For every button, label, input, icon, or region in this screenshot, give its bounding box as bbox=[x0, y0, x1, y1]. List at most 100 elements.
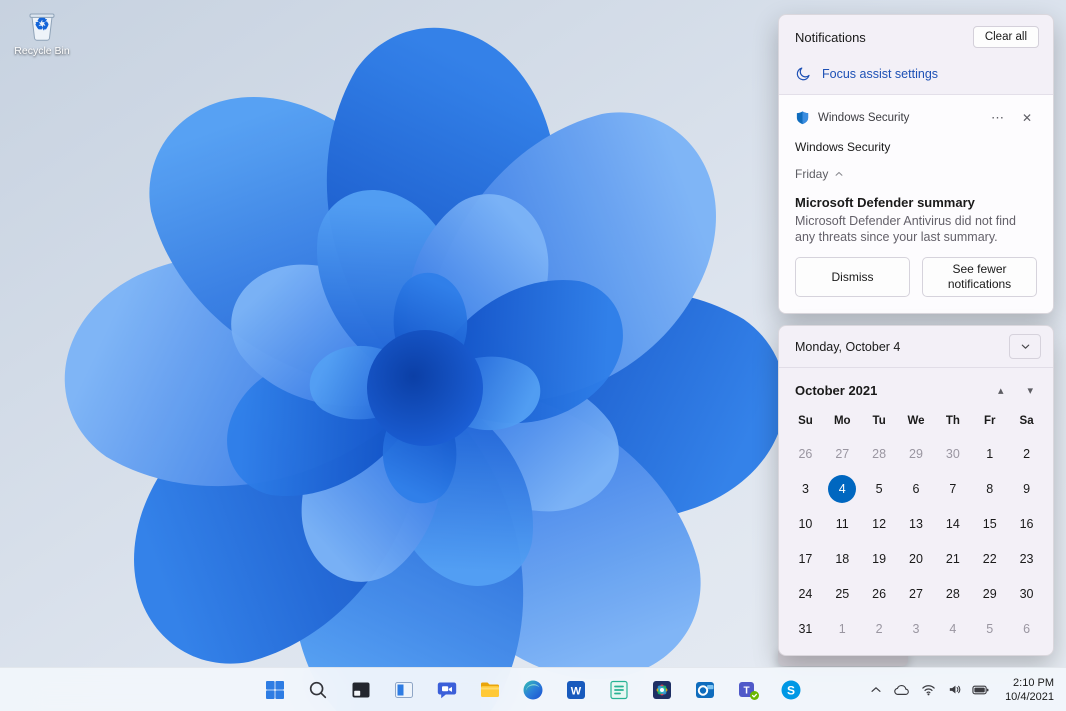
chevron-up-icon[interactable] bbox=[863, 672, 889, 708]
outlook-icon[interactable] bbox=[685, 670, 725, 710]
battery-icon[interactable] bbox=[967, 672, 993, 708]
notes-icon[interactable] bbox=[599, 670, 639, 710]
calendar-day[interactable]: 4 bbox=[934, 611, 971, 646]
notification-title: Microsoft Defender summary bbox=[795, 195, 1037, 210]
word-icon[interactable]: W bbox=[556, 670, 596, 710]
notification-card-header: Windows Security ⋯ ✕ bbox=[795, 105, 1037, 140]
calendar-day[interactable]: 10 bbox=[787, 506, 824, 541]
notifications-title: Notifications bbox=[795, 30, 866, 45]
onedrive-icon[interactable] bbox=[889, 672, 915, 708]
calendar-day[interactable]: 26 bbox=[787, 436, 824, 471]
calendar-day[interactable]: 21 bbox=[934, 541, 971, 576]
calendar-day[interactable]: 3 bbox=[898, 611, 935, 646]
calendar-day[interactable]: 27 bbox=[824, 436, 861, 471]
calendar-day[interactable]: 3 bbox=[787, 471, 824, 506]
calendar-day[interactable]: 17 bbox=[787, 541, 824, 576]
calendar-flyout: Monday, October 4 October 2021 ▴ ▾ SuMoT… bbox=[778, 325, 1054, 656]
close-notification-icon[interactable]: ✕ bbox=[1017, 110, 1037, 126]
calendar-day[interactable]: 1 bbox=[824, 611, 861, 646]
calendar-day[interactable]: 11 bbox=[824, 506, 861, 541]
calendar-day[interactable]: 19 bbox=[861, 541, 898, 576]
calendar-day[interactable]: 22 bbox=[971, 541, 1008, 576]
clock-time: 2:10 PM bbox=[1005, 676, 1054, 690]
calendar-day[interactable]: 25 bbox=[824, 576, 861, 611]
calendar-day[interactable]: 15 bbox=[971, 506, 1008, 541]
calendar-day[interactable]: 30 bbox=[934, 436, 971, 471]
calendar-day[interactable]: 5 bbox=[861, 471, 898, 506]
calendar-prev-month-icon[interactable]: ▴ bbox=[996, 382, 1006, 399]
taskbar-tray: 2:10 PM 10/4/2021 bbox=[863, 668, 1060, 711]
calendar-month-label[interactable]: October 2021 bbox=[795, 383, 877, 398]
windows-security-shield-icon bbox=[795, 110, 810, 125]
calendar-day-selected[interactable]: 4 bbox=[824, 471, 861, 506]
taskbar-clock[interactable]: 2:10 PM 10/4/2021 bbox=[1001, 673, 1060, 707]
notification-group-label: Friday bbox=[795, 167, 828, 181]
notification-group-toggle[interactable]: Friday bbox=[795, 167, 1037, 181]
calendar-day[interactable]: 9 bbox=[1008, 471, 1045, 506]
calendar-day[interactable]: 31 bbox=[787, 611, 824, 646]
wifi-icon[interactable] bbox=[915, 672, 941, 708]
calendar-day[interactable]: 6 bbox=[898, 471, 935, 506]
recycle-bin-icon: ♻ bbox=[25, 8, 59, 42]
calendar-day[interactable]: 23 bbox=[1008, 541, 1045, 576]
recycle-symbol-icon: ♻ bbox=[25, 8, 59, 42]
calendar-day[interactable]: 27 bbox=[898, 576, 935, 611]
calendar-day[interactable]: 12 bbox=[861, 506, 898, 541]
calendar-day[interactable]: 16 bbox=[1008, 506, 1045, 541]
focus-assist-label: Focus assist settings bbox=[822, 67, 938, 81]
calendar-day[interactable]: 28 bbox=[934, 576, 971, 611]
calendar-day[interactable]: 28 bbox=[861, 436, 898, 471]
recycle-bin-label: Recycle Bin bbox=[14, 45, 69, 57]
calendar-next-month-icon[interactable]: ▾ bbox=[1025, 382, 1035, 399]
calendar-grid: 2627282930123456789101112131415161718192… bbox=[787, 436, 1045, 646]
edge-icon[interactable] bbox=[513, 670, 553, 710]
calendar-day[interactable]: 7 bbox=[934, 471, 971, 506]
file-explorer-icon[interactable] bbox=[470, 670, 510, 710]
calendar-day[interactable]: 2 bbox=[1008, 436, 1045, 471]
calendar-day[interactable]: 14 bbox=[934, 506, 971, 541]
photos-icon[interactable] bbox=[642, 670, 682, 710]
search-icon[interactable] bbox=[298, 670, 338, 710]
calendar-day[interactable]: 29 bbox=[971, 576, 1008, 611]
see-fewer-notifications-button[interactable]: See fewer notifications bbox=[922, 257, 1037, 297]
calendar-day-header: Mo bbox=[824, 405, 861, 436]
calendar-day-header: Fr bbox=[971, 405, 1008, 436]
calendar-day[interactable]: 2 bbox=[861, 611, 898, 646]
svg-text:S: S bbox=[787, 684, 795, 698]
calendar-day[interactable]: 24 bbox=[787, 576, 824, 611]
teams-icon[interactable]: T bbox=[728, 670, 768, 710]
notifications-header: Notifications Clear all bbox=[779, 15, 1053, 56]
task-view-icon[interactable] bbox=[341, 670, 381, 710]
volume-icon[interactable] bbox=[941, 672, 967, 708]
taskbar-tray-icons bbox=[863, 672, 993, 708]
focus-assist-settings-link[interactable]: Focus assist settings bbox=[779, 56, 1053, 95]
calendar-day[interactable]: 6 bbox=[1008, 611, 1045, 646]
calendar-day[interactable]: 29 bbox=[898, 436, 935, 471]
clear-all-button[interactable]: Clear all bbox=[973, 26, 1039, 48]
notification-body: Microsoft Defender Antivirus did not fin… bbox=[795, 213, 1037, 246]
svg-text:T: T bbox=[743, 686, 749, 697]
calendar-day[interactable]: 18 bbox=[824, 541, 861, 576]
recycle-bin[interactable]: ♻ Recycle Bin bbox=[6, 8, 78, 57]
calendar-day[interactable]: 20 bbox=[898, 541, 935, 576]
calendar-day[interactable]: 1 bbox=[971, 436, 1008, 471]
calendar-day[interactable]: 30 bbox=[1008, 576, 1045, 611]
skype-icon[interactable]: S bbox=[771, 670, 811, 710]
calendar-day-header: We bbox=[898, 405, 935, 436]
widgets-icon[interactable] bbox=[384, 670, 424, 710]
calendar-day[interactable]: 8 bbox=[971, 471, 1008, 506]
svg-text:W: W bbox=[571, 686, 582, 698]
calendar-table: SuMoTuWeThFrSa 2627282930123456789101112… bbox=[779, 403, 1053, 654]
calendar-day[interactable]: 13 bbox=[898, 506, 935, 541]
notification-app-name: Windows Security bbox=[818, 112, 978, 124]
calendar-day[interactable]: 5 bbox=[971, 611, 1008, 646]
calendar-day[interactable]: 26 bbox=[861, 576, 898, 611]
more-options-icon[interactable]: ⋯ bbox=[986, 109, 1009, 126]
calendar-collapse-button[interactable] bbox=[1009, 334, 1041, 359]
calendar-day-header: Th bbox=[934, 405, 971, 436]
start-icon[interactable] bbox=[255, 670, 295, 710]
notification-actions: Dismiss See fewer notifications bbox=[795, 257, 1037, 297]
dismiss-button[interactable]: Dismiss bbox=[795, 257, 910, 297]
chat-icon[interactable] bbox=[427, 670, 467, 710]
calendar-day-header: Su bbox=[787, 405, 824, 436]
